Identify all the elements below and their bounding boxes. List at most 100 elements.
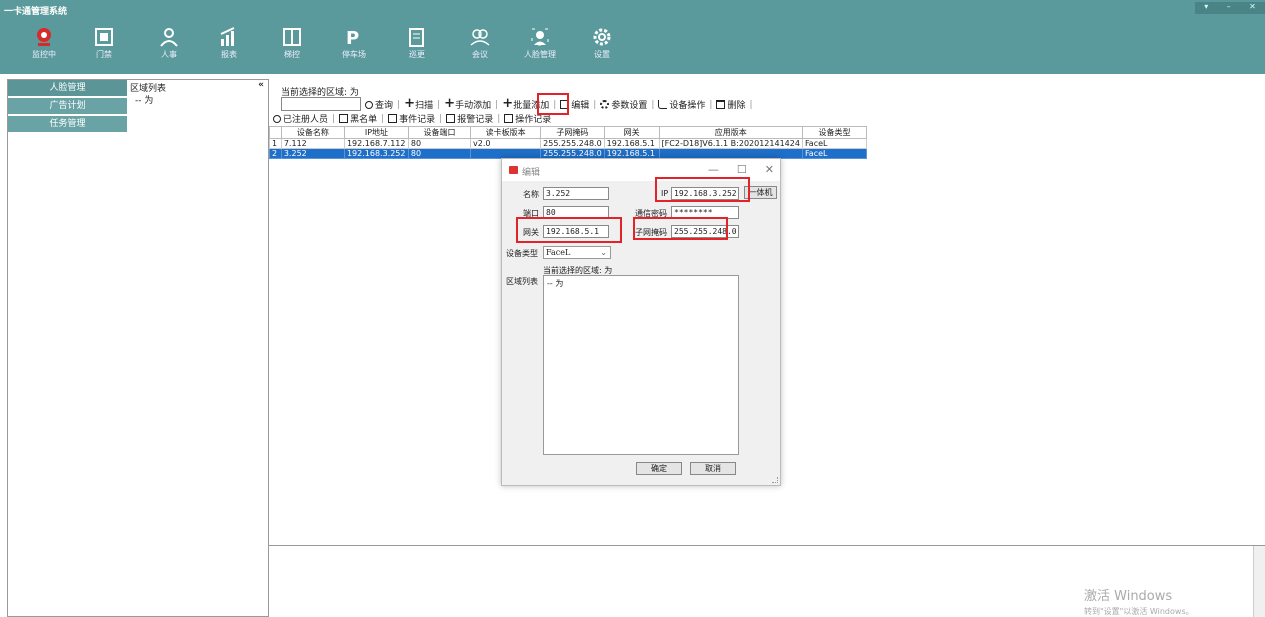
col-header[interactable]: 设备端口: [407, 126, 472, 139]
gear-icon: [593, 28, 611, 46]
edit-icon: [339, 114, 349, 123]
toolbar-settings[interactable]: 设置: [578, 26, 626, 66]
subnet-mask-field[interactable]: 255.255.248.0: [671, 225, 739, 238]
plus-icon: [404, 96, 415, 111]
plus-icon: [444, 96, 455, 111]
nav-ad-plan[interactable]: 广告计划: [8, 98, 127, 114]
region-tree[interactable]: -- 为: [543, 275, 739, 455]
meeting-icon: [470, 29, 490, 46]
dialog-title: 编辑: [522, 168, 541, 178]
col-header[interactable]: 网关: [603, 126, 660, 139]
face-icon: [531, 28, 549, 46]
toolbar-patrol[interactable]: 巡更: [393, 26, 441, 66]
ip-label: IP: [661, 189, 669, 198]
parking-icon: P: [346, 28, 359, 48]
svg-text:P: P: [346, 28, 359, 48]
toolbar-face[interactable]: 人脸管理: [516, 26, 564, 66]
query-button[interactable]: 查询: [363, 98, 395, 111]
table-row-selected[interactable]: 2 3.252 192.168.3.252 80 255.255.248.0 1…: [269, 148, 868, 159]
alarm-log-button[interactable]: 报警记录: [444, 112, 495, 125]
toolbar-meeting[interactable]: 会议: [456, 26, 504, 66]
toolbar-hr[interactable]: 人事: [145, 26, 193, 66]
camera-icon: [37, 28, 51, 46]
door-icon: [95, 28, 113, 46]
search-icon: [273, 114, 281, 123]
col-header[interactable]: 子网掩码: [540, 126, 605, 139]
action-row-1: 查询 | 扫描 | 手动添加 | 批量添加 | 编辑 | 参数设置 | 设备操作…: [363, 96, 755, 111]
col-header[interactable]: 设备类型: [801, 126, 868, 139]
nav-task-management[interactable]: 任务管理: [8, 116, 127, 132]
name-label: 名称: [523, 190, 539, 199]
dialog-titlebar: 编辑 — ☐ ✕: [502, 159, 780, 181]
delete-button[interactable]: 删除: [714, 98, 747, 111]
col-header[interactable]: 应用版本: [658, 126, 803, 139]
cancel-button[interactable]: 取消: [690, 462, 736, 475]
edit-icon: [446, 114, 456, 123]
name-field[interactable]: 3.252: [543, 187, 609, 200]
col-header[interactable]: 读卡板版本: [470, 126, 542, 139]
toolbar-monitor[interactable]: 监控中: [20, 26, 68, 66]
gateway-field[interactable]: 192.168.5.1: [543, 225, 609, 238]
resize-grip[interactable]: [772, 477, 778, 483]
panel-divider: [269, 545, 1265, 546]
device-table: 设备名称 IP地址 设备端口 读卡板版本 子网掩码 网关 应用版本 设备类型 1…: [269, 126, 868, 159]
person-icon: [160, 28, 178, 47]
ok-button[interactable]: 确定: [636, 462, 682, 475]
left-nav: 人脸管理 广告计划 任务管理: [7, 79, 128, 617]
ip-field[interactable]: 192.168.3.252: [671, 187, 739, 200]
device-type-select[interactable]: FaceL ⌄: [543, 246, 611, 259]
subnet-mask-label: 子网掩码: [635, 228, 667, 237]
dialog-window-controls: — ☐ ✕: [708, 163, 774, 176]
device-type-label: 设备类型: [506, 249, 538, 258]
all-in-one-button[interactable]: 一体机: [744, 186, 777, 199]
password-label: 通信密码: [635, 209, 667, 218]
scan-button[interactable]: 扫描: [402, 96, 435, 111]
edit-icon: [504, 114, 514, 123]
col-header[interactable]: 设备名称: [280, 126, 345, 139]
toolbar-access[interactable]: 门禁: [80, 26, 128, 66]
password-field[interactable]: ********: [671, 206, 739, 219]
event-log-button[interactable]: 事件记录: [386, 112, 437, 125]
close-icon[interactable]: ✕: [1249, 2, 1256, 14]
table-row[interactable]: 1 7.112 192.168.7.112 80 v2.0 255.255.24…: [269, 138, 868, 149]
param-settings-button[interactable]: 参数设置: [598, 98, 649, 111]
window-controls: ▾ – ✕: [1195, 2, 1265, 14]
operation-log-button[interactable]: 操作记录: [502, 112, 553, 125]
region-panel: 区域列表 « -- 为: [127, 79, 269, 617]
toolbar-parking[interactable]: P 停车场: [330, 26, 378, 66]
manual-add-button[interactable]: 手动添加: [442, 96, 493, 111]
windows-activation-watermark: 激活 Windows 转到"设置"以激活 Windows。: [1084, 589, 1194, 616]
collapse-button[interactable]: «: [258, 80, 264, 90]
close-icon[interactable]: ✕: [765, 163, 774, 176]
device-operation-button[interactable]: 设备操作: [656, 98, 707, 111]
blacklist-button[interactable]: 黑名单: [337, 112, 379, 125]
gear-icon: [600, 100, 610, 109]
batch-add-button[interactable]: 批量添加: [500, 96, 551, 111]
app-title: 一卡通管理系统: [4, 7, 68, 17]
registered-users-button[interactable]: 已注册人员: [271, 112, 330, 125]
maximize-icon[interactable]: ☐: [737, 163, 747, 176]
port-field[interactable]: 80: [543, 206, 609, 219]
app-icon: [509, 166, 518, 174]
edit-icon: [560, 100, 570, 109]
table-header: 设备名称 IP地址 设备端口 读卡板版本 子网掩码 网关 应用版本 设备类型: [269, 126, 868, 139]
action-row-2: 已注册人员 | 黑名单 | 事件记录 | 报警记录 | 操作记录: [271, 112, 553, 125]
clipboard-icon: [409, 28, 424, 47]
port-label: 端口: [523, 209, 539, 218]
region-tree-node[interactable]: -- 为: [135, 93, 153, 106]
scrollbar[interactable]: [1253, 546, 1265, 617]
toolbar-report[interactable]: 报表: [205, 26, 253, 66]
minimize-icon[interactable]: –: [1227, 2, 1231, 14]
col-header[interactable]: IP地址: [343, 126, 409, 139]
app-header: 一卡通管理系统 ▾ – ✕ 监控中 门禁 人事 报表 梯控 P 停车场 巡更 会…: [0, 0, 1265, 74]
search-input[interactable]: [281, 97, 361, 111]
minimize-icon[interactable]: —: [708, 163, 719, 176]
toolbar-elevator[interactable]: 梯控: [268, 26, 316, 66]
menu-icon[interactable]: ▾: [1204, 2, 1208, 14]
chevron-down-icon: ⌄: [600, 248, 607, 257]
gateway-label: 网关: [523, 228, 539, 237]
hand-icon: [658, 100, 668, 109]
nav-face-management[interactable]: 人脸管理: [8, 80, 127, 96]
edit-button[interactable]: 编辑: [558, 98, 591, 111]
region-tree-node[interactable]: -- 为: [547, 278, 563, 289]
